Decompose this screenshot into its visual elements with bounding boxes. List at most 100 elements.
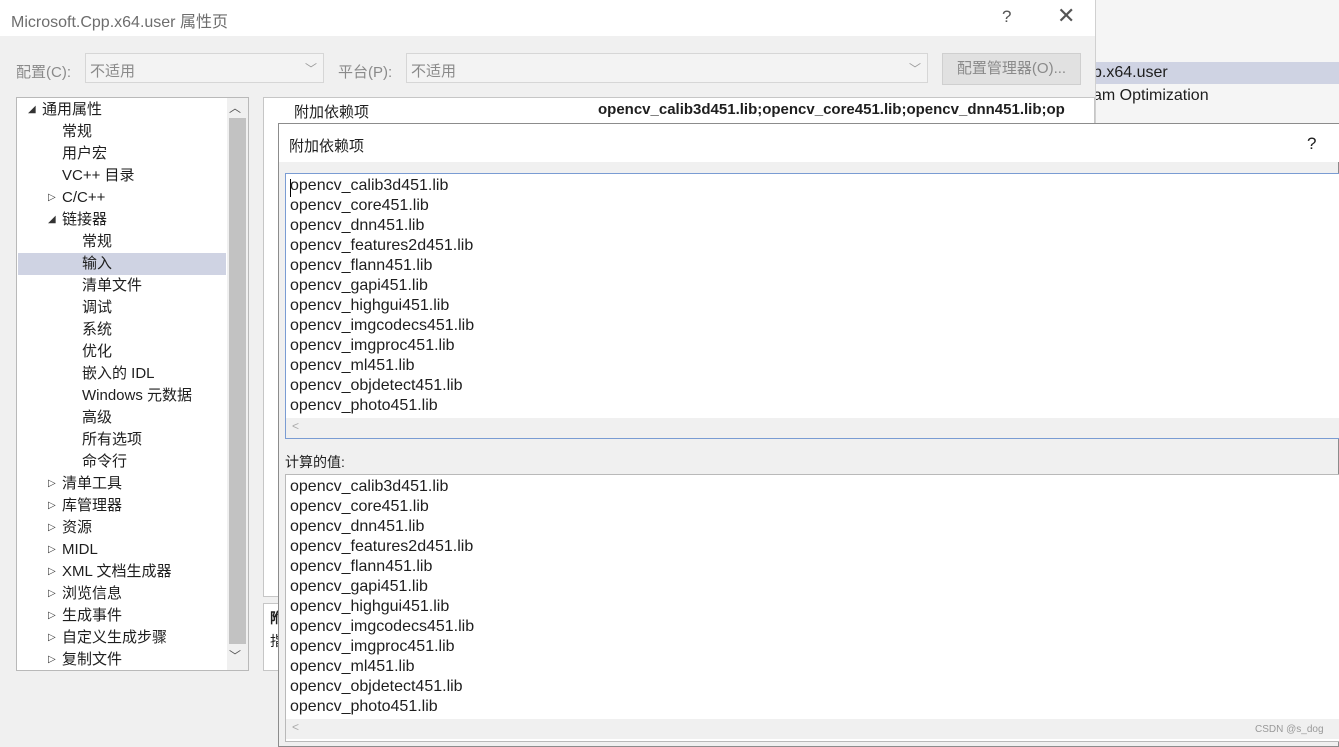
expand-arrow-icon[interactable]: ▷: [48, 605, 56, 627]
collapse-arrow-icon[interactable]: ◢: [48, 209, 56, 231]
tree-item[interactable]: 命令行: [18, 451, 226, 473]
expand-arrow-icon[interactable]: ▷: [48, 473, 56, 495]
dependency-line[interactable]: opencv_features2d451.lib: [290, 236, 473, 256]
tree-item-label: 通用属性: [42, 101, 103, 118]
dependency-line[interactable]: opencv_ml451.lib: [290, 356, 415, 376]
scroll-left-icon[interactable]: <: [292, 419, 299, 433]
tree-item-label: 常规: [62, 123, 93, 140]
expand-arrow-icon[interactable]: ▷: [48, 517, 56, 539]
tree-item-label: 常规: [82, 233, 113, 250]
computed-line: opencv_objdetect451.lib: [290, 678, 463, 695]
computed-line: opencv_calib3d451.lib: [290, 478, 449, 495]
tree-item[interactable]: 输入: [18, 253, 226, 275]
config-select[interactable]: 不适用 ﹀: [85, 53, 324, 83]
tree-item[interactable]: 常规: [18, 121, 226, 143]
config-manager-button[interactable]: 配置管理器(O)...: [942, 53, 1081, 85]
expand-arrow-icon[interactable]: ▷: [48, 627, 56, 649]
tree-item[interactable]: 用户宏: [18, 143, 226, 165]
solution-explorer-row[interactable]: p.x64.user: [1095, 62, 1339, 84]
tree-item[interactable]: 常规: [18, 231, 226, 253]
dependency-line[interactable]: opencv_core451.lib: [290, 196, 429, 216]
expand-arrow-icon[interactable]: ▷: [48, 187, 56, 209]
close-icon[interactable]: ✕: [1057, 5, 1075, 27]
dependency-line[interactable]: opencv_highgui451.lib: [290, 296, 449, 316]
tree-item-label: 链接器: [62, 211, 108, 228]
platform-label: 平台(P):: [338, 64, 393, 81]
computed-line: opencv_core451.lib: [290, 498, 429, 515]
computed-line: opencv_ml451.lib: [290, 658, 415, 675]
solution-explorer-row[interactable]: am Optimization: [1095, 85, 1339, 107]
tree-item[interactable]: ▷ 自定义生成步骤: [18, 627, 226, 649]
dependencies-editor[interactable]: opencv_calib3d451.lib opencv_core451.lib o…: [285, 173, 1339, 439]
scroll-down-icon[interactable]: ﹀: [229, 647, 241, 664]
property-value[interactable]: opencv_calib3d451.lib;opencv_core451.lib…: [598, 101, 1084, 118]
dependency-line[interactable]: opencv_dnn451.lib: [290, 216, 424, 236]
expand-arrow-icon[interactable]: ▷: [48, 583, 56, 605]
tree-item-label: 浏览信息: [62, 585, 123, 602]
computed-line: opencv_photo451.lib: [290, 698, 438, 715]
dependency-line[interactable]: opencv_imgproc451.lib: [290, 336, 455, 356]
title-bar: Microsoft.Cpp.x64.user 属性页 ? ✕: [0, 0, 1095, 36]
tree-item-label: 所有选项: [82, 431, 143, 448]
help-icon[interactable]: ?: [1307, 134, 1316, 154]
expand-arrow-icon[interactable]: ▷: [48, 495, 56, 517]
tree-item[interactable]: ▷ 库管理器: [18, 495, 226, 517]
tree-item-label: 清单文件: [82, 277, 143, 294]
dependency-line[interactable]: opencv_objdetect451.lib: [290, 376, 463, 396]
computed-line: opencv_highgui451.lib: [290, 598, 450, 615]
computed-line: opencv_imgcodecs451.lib: [290, 618, 475, 635]
tree-item[interactable]: VC++ 目录: [18, 165, 226, 187]
property-name[interactable]: 附加依赖项: [294, 101, 369, 122]
tree-item[interactable]: 嵌入的 IDL: [18, 363, 226, 385]
tree-item[interactable]: Windows 元数据: [18, 385, 226, 407]
tree-item[interactable]: ▷ 复制文件: [18, 649, 226, 670]
tree-item[interactable]: 调试: [18, 297, 226, 319]
tree-scrollbar-thumb[interactable]: [229, 118, 246, 644]
dependency-line[interactable]: opencv_calib3d451.lib: [290, 176, 448, 196]
dependency-line[interactable]: opencv_photo451.lib: [290, 396, 438, 416]
property-tree: ▷ 复制文件 ▷ 自定义生成步骤 ▷ 生成事件 ▷ 浏览信息 ▷ XML 文档生成器 ▷ MIDL ▷ 资…: [16, 97, 249, 671]
tree-item[interactable]: ◢ 通用属性: [18, 99, 226, 121]
scroll-up-icon[interactable]: ︿: [229, 99, 241, 116]
tree-item[interactable]: ▷ 资源: [18, 517, 226, 539]
config-value: 不适用: [90, 63, 136, 80]
solution-explorer-row-label: p.x64.user: [1095, 64, 1168, 81]
tree-item[interactable]: ▷ 清单工具: [18, 473, 226, 495]
computed-line: opencv_flann451.lib: [290, 558, 433, 575]
computed-horizontal-scrollbar[interactable]: <: [286, 719, 1339, 739]
tree-item-label: XML 文档生成器: [62, 563, 172, 580]
dependency-line[interactable]: opencv_imgcodecs451.lib: [290, 316, 474, 336]
expand-arrow-icon[interactable]: ▷: [48, 539, 56, 561]
computed-line: opencv_features2d451.lib: [290, 538, 474, 555]
tree-item-label: 自定义生成步骤: [62, 629, 168, 646]
tree-item[interactable]: 系统: [18, 319, 226, 341]
computed-line: opencv_imgproc451.lib: [290, 638, 455, 655]
tree-item[interactable]: 高级: [18, 407, 226, 429]
collapse-arrow-icon[interactable]: ◢: [28, 99, 36, 121]
scroll-left-icon[interactable]: <: [292, 720, 299, 734]
config-label: 配置(C):: [16, 64, 71, 81]
platform-value: 不适用: [411, 63, 457, 80]
dependency-line[interactable]: opencv_gapi451.lib: [290, 276, 428, 296]
tree-item-label: 系统: [82, 321, 113, 338]
tree-item[interactable]: 优化: [18, 341, 226, 363]
tree-item[interactable]: ▷ 浏览信息: [18, 583, 226, 605]
tree-item-label: 复制文件: [62, 651, 123, 668]
tree-item-label: 优化: [82, 343, 113, 360]
tree-item-label: 用户宏: [62, 145, 108, 162]
tree-item[interactable]: ◢ 链接器: [18, 209, 226, 231]
help-icon[interactable]: ?: [1002, 7, 1011, 27]
tree-item[interactable]: 清单文件: [18, 275, 226, 297]
tree-item[interactable]: ▷ XML 文档生成器: [18, 561, 226, 583]
tree-item[interactable]: ▷ MIDL: [18, 539, 226, 561]
tree-item[interactable]: 所有选项: [18, 429, 226, 451]
tree-item[interactable]: ▷ C/C++: [18, 187, 226, 209]
platform-select[interactable]: 不适用 ﹀: [406, 53, 928, 83]
expand-arrow-icon[interactable]: ▷: [48, 649, 56, 670]
editor-horizontal-scrollbar[interactable]: <: [286, 418, 1339, 438]
additional-dependencies-dialog: 附加依赖项 ? opencv_calib3d451.lib opencv_core…: [278, 123, 1339, 747]
dependency-line[interactable]: opencv_flann451.lib: [290, 256, 432, 276]
expand-arrow-icon[interactable]: ▷: [48, 561, 56, 583]
tree-item-label: VC++ 目录: [62, 167, 135, 184]
tree-item[interactable]: ▷ 生成事件: [18, 605, 226, 627]
